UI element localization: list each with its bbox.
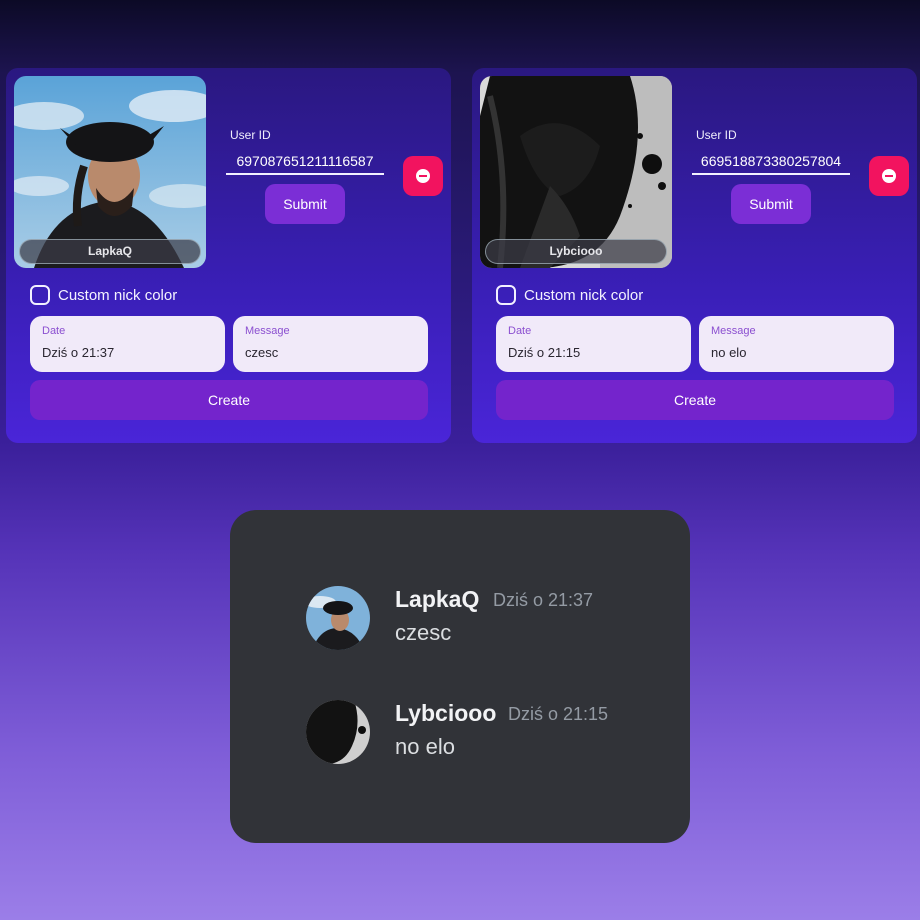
avatar-username-label: LapkaQ (19, 239, 201, 264)
avatar-username-label: Lybciooo (485, 239, 667, 264)
message-field-label: Message (245, 325, 290, 337)
create-button[interactable]: Create (30, 380, 428, 420)
message-field[interactable]: Message no elo (699, 316, 894, 372)
user-id-input[interactable] (226, 145, 384, 175)
avatar-image (306, 700, 370, 764)
submit-button[interactable]: Submit (265, 184, 345, 224)
chat-text: czesc (395, 620, 452, 645)
message-field-label: Message (711, 325, 756, 337)
custom-nick-color-label: Custom nick color (58, 286, 178, 304)
date-field-value[interactable]: Dziś o 21:15 (508, 345, 580, 360)
custom-nick-color-toggle[interactable]: Custom nick color (496, 285, 643, 305)
date-field-value[interactable]: Dziś o 21:37 (42, 345, 114, 360)
date-field-label: Date (508, 325, 532, 337)
custom-nick-color-label: Custom nick color (524, 286, 644, 304)
remove-card-button[interactable] (403, 156, 443, 196)
chat-username: LapkaQ (395, 586, 480, 612)
date-field[interactable]: Date Dziś o 21:37 (30, 316, 225, 372)
chat-timestamp: Dziś o 21:15 (508, 704, 609, 724)
minus-circle-icon (882, 169, 896, 183)
chat-text: no elo (395, 734, 455, 759)
chat-timestamp: Dziś o 21:37 (493, 590, 594, 610)
chat-username: Lybciooo (395, 700, 497, 726)
user-id-label: User ID (230, 128, 271, 142)
chat-avatar (306, 586, 370, 650)
avatar-lapkaq: LapkaQ (14, 76, 206, 268)
message-field[interactable]: Message czesc (233, 316, 428, 372)
date-field[interactable]: Date Dziś o 21:15 (496, 316, 691, 372)
custom-nick-color-toggle[interactable]: Custom nick color (30, 285, 177, 305)
custom-nick-color-checkbox[interactable] (30, 285, 50, 305)
message-card-1: LapkaQ User ID Submit Custom nick color … (6, 68, 451, 443)
create-button[interactable]: Create (496, 380, 894, 420)
message-card-2: Lybciooo User ID Submit Custom nick colo… (472, 68, 917, 443)
avatar-lybciooo: Lybciooo (480, 76, 672, 268)
custom-nick-color-checkbox[interactable] (496, 285, 516, 305)
minus-circle-icon (416, 169, 430, 183)
user-id-label: User ID (696, 128, 737, 142)
avatar-image (306, 586, 370, 650)
date-field-label: Date (42, 325, 66, 337)
message-field-value[interactable]: no elo (711, 345, 746, 360)
submit-button[interactable]: Submit (731, 184, 811, 224)
chat-avatar (306, 700, 370, 764)
user-id-input[interactable] (692, 145, 850, 175)
message-field-value[interactable]: czesc (245, 345, 278, 360)
chat-preview: LapkaQ Dziś o 21:37 czesc Lybciooo Dziś … (230, 510, 690, 843)
remove-card-button[interactable] (869, 156, 909, 196)
